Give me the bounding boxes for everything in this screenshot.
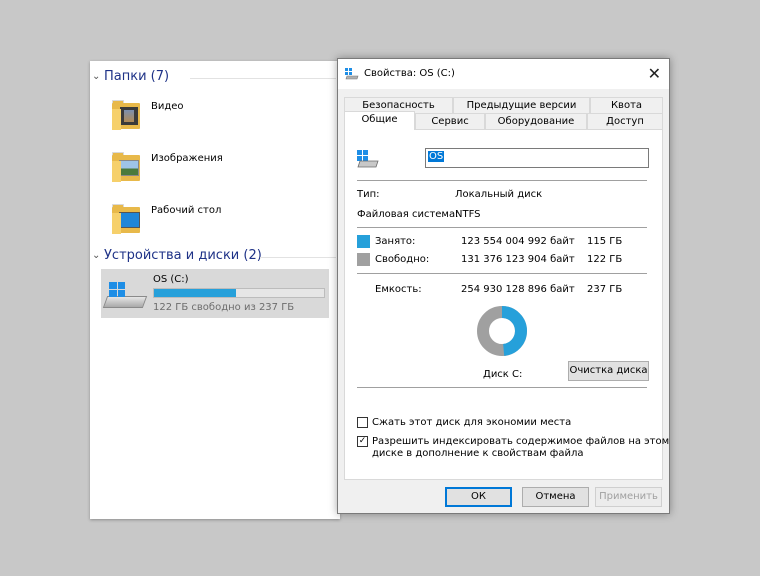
index-checkbox[interactable]: ✓ <box>357 436 368 447</box>
folder-label: Рабочий стол <box>151 205 222 216</box>
free-gb: 122 ГБ <box>587 254 623 265</box>
type-value: Локальный диск <box>455 189 543 200</box>
divider <box>357 227 647 228</box>
used-gb: 115 ГБ <box>587 236 623 247</box>
properties-dialog: Свойства: OS (C:) ✕ Безопасность Предыду… <box>337 58 670 514</box>
index-label-line1: Разрешить индексировать содержимое файло… <box>372 436 670 447</box>
disk-cleanup-button[interactable]: Очистка диска <box>568 361 649 381</box>
tab-tools[interactable]: Сервис <box>415 113 485 129</box>
tab-general[interactable]: Общие <box>344 111 415 130</box>
drive-name: OS (C:) <box>153 274 189 285</box>
folder-label: Изображения <box>151 153 223 164</box>
close-icon[interactable]: ✕ <box>648 64 661 83</box>
folders-group-title: Папки (7) <box>104 69 170 84</box>
index-label-line2: диске в дополнение к свойствам файла <box>372 448 584 459</box>
general-tab-panel: OS Тип: Локальный диск Файловая система:… <box>344 129 669 480</box>
type-label: Тип: <box>357 189 380 200</box>
folder-item-pictures[interactable]: Изображения <box>110 149 223 183</box>
tab-previous-versions[interactable]: Предыдущие версии <box>453 97 590 113</box>
divider <box>357 387 647 388</box>
pictures-folder-icon <box>110 149 142 183</box>
devices-group-title: Устройства и диски (2) <box>104 248 262 263</box>
free-label: Свободно: <box>375 254 430 265</box>
dialog-title: Свойства: OS (C:) <box>364 68 455 79</box>
disk-label: Диск C: <box>483 369 523 380</box>
drive-name-input[interactable]: OS <box>425 148 649 168</box>
tab-hardware[interactable]: Оборудование <box>485 113 587 129</box>
ok-button[interactable]: ОК <box>445 487 512 507</box>
title-bar: Свойства: OS (C:) ✕ <box>338 59 669 89</box>
tab-quota[interactable]: Квота <box>590 97 663 113</box>
cancel-button[interactable]: Отмена <box>522 487 589 507</box>
chevron-down-icon[interactable]: ⌄ <box>92 71 104 82</box>
free-bytes: 131 376 123 904 байт <box>461 254 575 265</box>
tab-sharing[interactable]: Доступ <box>587 113 663 129</box>
used-bytes: 123 554 004 992 байт <box>461 236 575 247</box>
divider <box>260 257 336 258</box>
drive-usage-fill <box>154 289 237 297</box>
used-label: Занято: <box>375 236 416 247</box>
folder-item-desktop[interactable]: Рабочий стол <box>110 201 221 235</box>
devices-group-header[interactable]: ⌄ Устройства и диски (2) <box>92 248 336 263</box>
drive-name-value: OS <box>428 151 445 162</box>
folder-item-video[interactable]: Видео <box>110 97 184 131</box>
video-folder-icon <box>110 97 142 131</box>
drive-usage-bar <box>153 288 325 298</box>
filesystem-value: NTFS <box>455 209 481 220</box>
drive-item-c[interactable]: OS (C:) 122 ГБ свободно из 237 ГБ <box>101 269 329 318</box>
divider <box>190 78 336 79</box>
drive-title-icon <box>345 68 359 80</box>
explorer-pane: ⌄ Папки (7) Видео Изображения Рабочий ст… <box>90 61 340 519</box>
hard-drive-icon <box>102 278 148 312</box>
apply-button[interactable]: Применить <box>595 487 662 507</box>
filesystem-label: Файловая система: <box>357 209 459 220</box>
divider <box>357 273 647 274</box>
drive-free-text: 122 ГБ свободно из 237 ГБ <box>153 302 295 313</box>
capacity-bytes: 254 930 128 896 байт <box>461 284 575 295</box>
folders-group-header[interactable]: ⌄ Папки (7) <box>92 69 336 84</box>
capacity-label: Емкость: <box>375 284 422 295</box>
used-color-swatch <box>357 235 370 248</box>
drive-icon <box>357 150 379 168</box>
free-color-swatch <box>357 253 370 266</box>
capacity-gb: 237 ГБ <box>587 284 623 295</box>
compress-label: Сжать этот диск для экономии места <box>372 417 572 428</box>
divider <box>357 180 647 181</box>
desktop-folder-icon <box>110 201 142 235</box>
disk-usage-donut <box>477 306 527 356</box>
folder-label: Видео <box>151 101 184 112</box>
compress-checkbox[interactable] <box>357 417 368 428</box>
chevron-down-icon[interactable]: ⌄ <box>92 250 104 261</box>
